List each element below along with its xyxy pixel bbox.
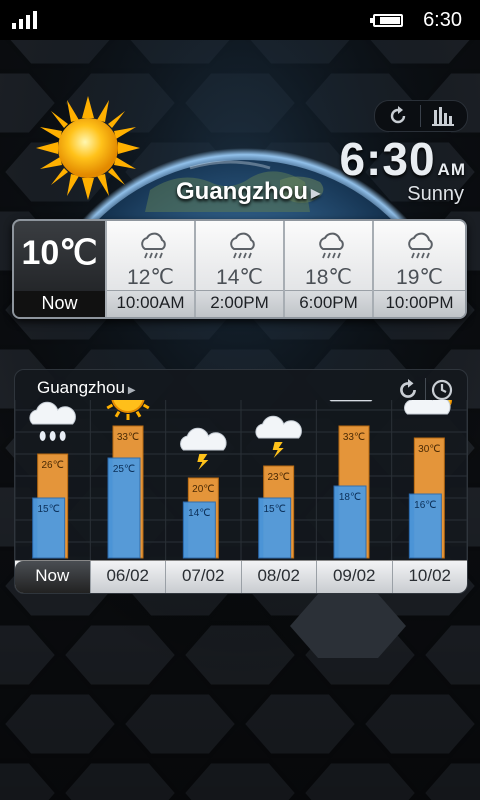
thunderstorm-icon xyxy=(180,427,227,470)
high-temp-label: 30℃ xyxy=(418,444,440,455)
rain-cloud-icon xyxy=(141,232,166,259)
partly-cloudy-icon xyxy=(404,400,453,415)
now-label: Now xyxy=(14,291,105,317)
condition-label: Sunny xyxy=(407,183,464,205)
date-tab[interactable]: 09/02 xyxy=(316,561,392,593)
status-bar: 6:30 xyxy=(0,0,480,40)
hour-cell[interactable]: 12℃ 10:00AM xyxy=(105,221,194,317)
battery-icon xyxy=(370,13,404,27)
chart-icon[interactable] xyxy=(432,106,454,126)
hour-cell[interactable]: 18℃ 6:00PM xyxy=(283,221,372,317)
high-temp-label: 33℃ xyxy=(117,432,139,443)
forecast-panel: Guangzhou ▶ 26℃ 15℃ 33℃ 25℃ 20℃ 14℃ 23℃ 15℃ 33℃ 18… xyxy=(14,369,468,594)
hour-temp: 14℃ xyxy=(216,266,263,289)
high-temp-label: 26℃ xyxy=(41,460,63,471)
arrow-right-icon: ▶ xyxy=(310,185,321,200)
arrow-right-icon: ▶ xyxy=(127,385,136,396)
rain-icon xyxy=(29,401,76,441)
date-tab[interactable]: Now xyxy=(15,561,90,593)
hour-time: 10:00PM xyxy=(374,290,465,317)
now-cell[interactable]: 10℃ Now xyxy=(14,221,105,317)
refresh-icon[interactable] xyxy=(388,106,408,126)
forecast-city: Guangzhou xyxy=(37,378,125,397)
low-temp-label: 25℃ xyxy=(113,464,135,475)
low-temp-label: 18℃ xyxy=(339,492,361,503)
sun-icon xyxy=(36,96,140,200)
hour-cell[interactable]: 14℃ 2:00PM xyxy=(194,221,283,317)
high-temp-label: 20℃ xyxy=(192,484,214,495)
status-time: 6:30 xyxy=(423,8,462,31)
now-temp: 10℃ xyxy=(21,234,98,272)
low-temp-label: 16℃ xyxy=(414,500,436,511)
low-temp-label: 15℃ xyxy=(37,504,59,515)
clock-icon[interactable] xyxy=(431,379,453,401)
signal-icon xyxy=(12,11,37,29)
na-icon: N/A xyxy=(329,400,373,402)
city-name: Guangzhou xyxy=(176,178,308,205)
rain-cloud-icon xyxy=(319,232,344,259)
date-tab[interactable]: 10/02 xyxy=(391,561,468,593)
date-tab[interactable]: 06/02 xyxy=(89,561,166,593)
hour-cell[interactable]: 19℃ 10:00PM xyxy=(372,221,465,317)
current-time: 6:30 AM xyxy=(339,133,466,185)
refresh-icon[interactable] xyxy=(397,379,419,401)
hour-time: 2:00PM xyxy=(196,290,283,317)
high-temp-label: 33℃ xyxy=(343,432,365,443)
city-selector[interactable]: Guangzhou ▶ xyxy=(176,178,320,206)
hourly-forecast: 10℃ Now 12℃ 10:00AM 14℃ 2:00PM 18℃ 6:00P… xyxy=(12,219,467,319)
na-label: N/A xyxy=(339,400,365,402)
low-temp-label: 14℃ xyxy=(188,508,210,519)
hour-temp: 18℃ xyxy=(305,266,352,289)
forecast-city-selector[interactable]: Guangzhou ▶ xyxy=(37,378,136,398)
low-temp-label: 15℃ xyxy=(263,504,285,515)
rain-cloud-icon xyxy=(230,232,255,259)
hour-time: 10:00AM xyxy=(107,290,194,317)
hour-temp: 19℃ xyxy=(396,266,443,289)
rain-cloud-icon xyxy=(408,232,433,259)
ampm-label: AM xyxy=(437,160,466,179)
date-tab[interactable]: 07/02 xyxy=(165,561,241,593)
high-temp-label: 23℃ xyxy=(267,472,289,483)
top-controls xyxy=(374,100,468,132)
hour-time: 6:00PM xyxy=(285,290,372,317)
thunderstorm-icon xyxy=(255,415,302,458)
date-tab[interactable]: 08/02 xyxy=(240,561,317,593)
date-tabs: Now 06/02 07/02 08/02 09/02 10/02 xyxy=(15,560,467,593)
hour-temp: 12℃ xyxy=(127,266,174,289)
forecast-chart: 26℃ 15℃ 33℃ 25℃ 20℃ 14℃ 23℃ 15℃ 33℃ 18℃ N/A 30℃ 16℃ xyxy=(15,400,467,560)
